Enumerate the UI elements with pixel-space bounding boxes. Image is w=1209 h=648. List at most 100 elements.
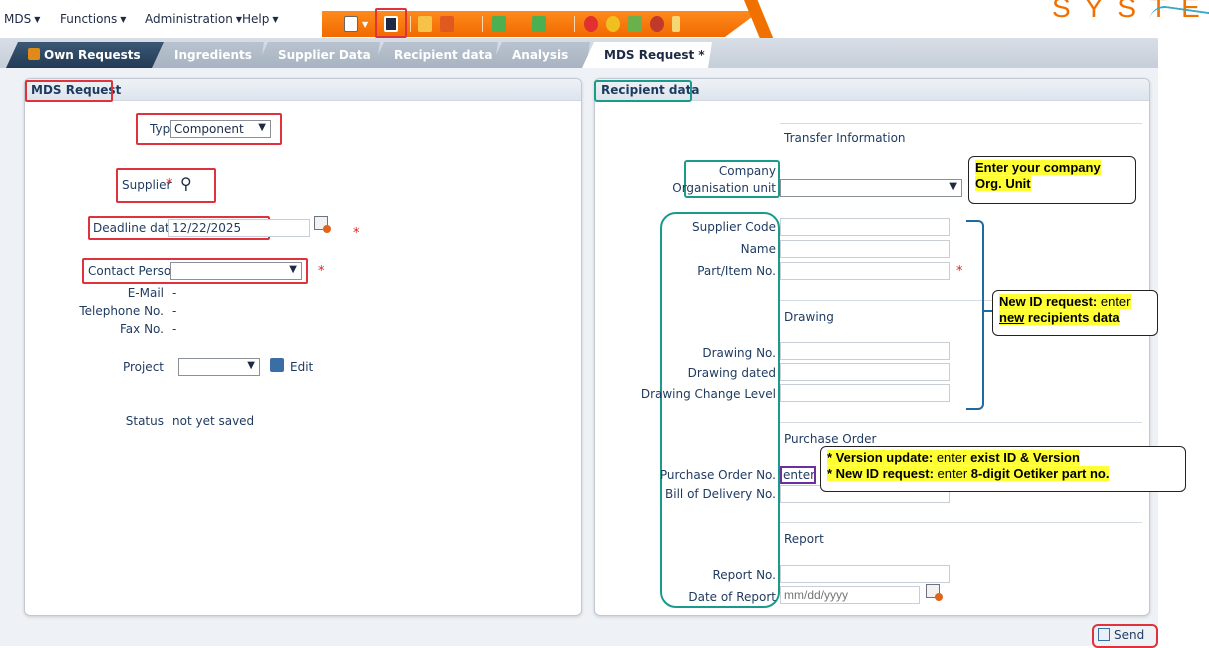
email-value: - [172,286,177,300]
tab-mds-request-label: MDS Request * [604,48,705,62]
project-select[interactable]: ▼ [178,358,260,376]
new-id-callout-bold: New ID request: [999,294,1098,309]
requests-icon [28,48,40,60]
separator [780,422,1142,423]
company-callout-line2: Org. Unit [975,176,1031,191]
search-icon[interactable]: ⚲ [180,174,192,193]
upload-icon[interactable] [532,16,546,32]
search-icon[interactable] [606,16,620,32]
new-id-callout: New ID request: enter new recipients dat… [992,290,1158,336]
separator [780,522,1142,523]
telephone-value: - [172,304,177,318]
calendar-icon[interactable] [926,584,943,601]
project-label: Project [122,360,164,374]
po-callout-l1-bold: Version update: [835,450,934,465]
company-callout: Enter your company Org. Unit [968,156,1136,204]
fax-label: Fax No. [120,322,164,336]
report-date-input[interactable] [780,586,920,604]
drawing-dated-label: Drawing dated [687,366,776,380]
menu-bar: MDS ▼ Functions ▼ Administration ▼ Help ▼ [0,0,330,36]
report-date-label: Date of Report [688,590,776,604]
edit-icon[interactable] [270,358,284,372]
chevron-down-icon: ▼ [949,181,957,192]
drawing-no-input[interactable] [780,342,950,360]
deadline-date-input[interactable]: 12/22/2025 [168,219,310,237]
bill-label: Bill of Delivery No. [665,487,776,501]
download-icon[interactable] [492,16,506,32]
report-no-input[interactable] [780,565,950,583]
bracket-annotation [966,220,984,410]
tab-own-requests[interactable]: Own Requests [6,42,166,68]
new-id-callout-underlined: new [999,310,1025,325]
edit-link[interactable]: Edit [290,360,313,374]
part-no-input[interactable] [780,262,950,280]
tab-recipient-data[interactable]: Recipient data [372,42,498,68]
po-callout-l1-mid: enter [933,450,971,465]
required-mark: * [353,226,360,241]
tab-bar: Own Requests Ingredients Supplier Data R… [0,38,1158,68]
chevron-down-icon: ▼ [289,264,297,275]
tab-analysis[interactable]: Analysis [490,42,590,68]
delete-icon[interactable] [584,16,598,32]
deadline-label: Deadline date [93,221,178,235]
required-mark: * [166,177,173,192]
tab-own-requests-label: Own Requests [44,48,141,62]
tree-icon[interactable] [628,16,642,32]
drawing-heading: Drawing [784,310,834,324]
send-button[interactable]: Send [1098,628,1144,646]
org-unit-label: Organisation unit [672,181,776,195]
toolbar-divider [410,16,411,32]
new-document-icon[interactable] [344,16,358,32]
drawing-dated-input[interactable] [780,363,950,381]
org-unit-select[interactable]: ▼ [780,179,962,197]
transfer-heading: Transfer Information [784,131,906,145]
po-callout-star: * [827,466,836,481]
chevron-down-icon: ▼ [247,360,255,371]
analysis-icon[interactable] [650,16,664,32]
po-no-input[interactable]: enter* [780,466,816,484]
new-id-callout-rest: enter [1097,294,1131,309]
menu-administration-label: Administration [145,12,233,26]
tab-mds-request[interactable]: MDS Request * [582,42,712,68]
import-icon[interactable] [440,16,454,32]
drawing-change-label: Drawing Change Level [640,387,776,401]
tab-supplier-data[interactable]: Supplier Data [256,42,380,68]
send-button-label: Send [1114,628,1145,642]
export-icon[interactable] [418,16,432,32]
menu-help-label: Help [242,12,270,26]
report-heading: Report [784,532,824,546]
menu-mds-label: MDS [4,12,32,26]
purchase-heading: Purchase Order [784,432,877,446]
drawing-no-label: Drawing No. [702,346,776,360]
type-select-value: Component [174,122,244,136]
tab-recipient-data-label: Recipient data [394,48,493,62]
name-label: Name [740,242,776,256]
lab-icon[interactable] [672,16,680,32]
po-callout-l2-mid: enter [933,466,971,481]
company-label: Company [718,164,776,178]
type-select[interactable]: Component ▼ [170,120,271,138]
status-label: Status [125,414,164,428]
menu-functions[interactable]: Functions ▼ [60,12,126,26]
calendar-icon[interactable] [314,216,331,233]
drawing-change-input[interactable] [780,384,950,402]
chevron-down-icon: ▼ [272,15,279,24]
toolbar-divider [482,16,483,32]
send-icon [1098,628,1110,641]
supplier-code-input[interactable] [780,218,950,236]
chevron-down-icon[interactable]: ▼ [362,20,370,29]
po-no-label: Purchase Order No. [659,468,776,482]
menu-administration[interactable]: Administration ▼ [145,12,242,26]
toolbar-divider [574,16,575,32]
menu-help[interactable]: Help ▼ [242,12,279,26]
menu-mds[interactable]: MDS ▼ [4,12,40,26]
required-mark: * [956,264,963,279]
tab-ingredients[interactable]: Ingredients [152,42,264,68]
po-callout-l1-bold2: exist ID & Version [970,450,1080,465]
name-input[interactable] [780,240,950,258]
part-no-label: Part/Item No. [697,264,776,278]
email-label: E-Mail [127,286,164,300]
contact-person-select[interactable]: ▼ [170,262,302,280]
mds-request-panel: MDS Request [24,78,582,616]
separator [780,123,1142,124]
